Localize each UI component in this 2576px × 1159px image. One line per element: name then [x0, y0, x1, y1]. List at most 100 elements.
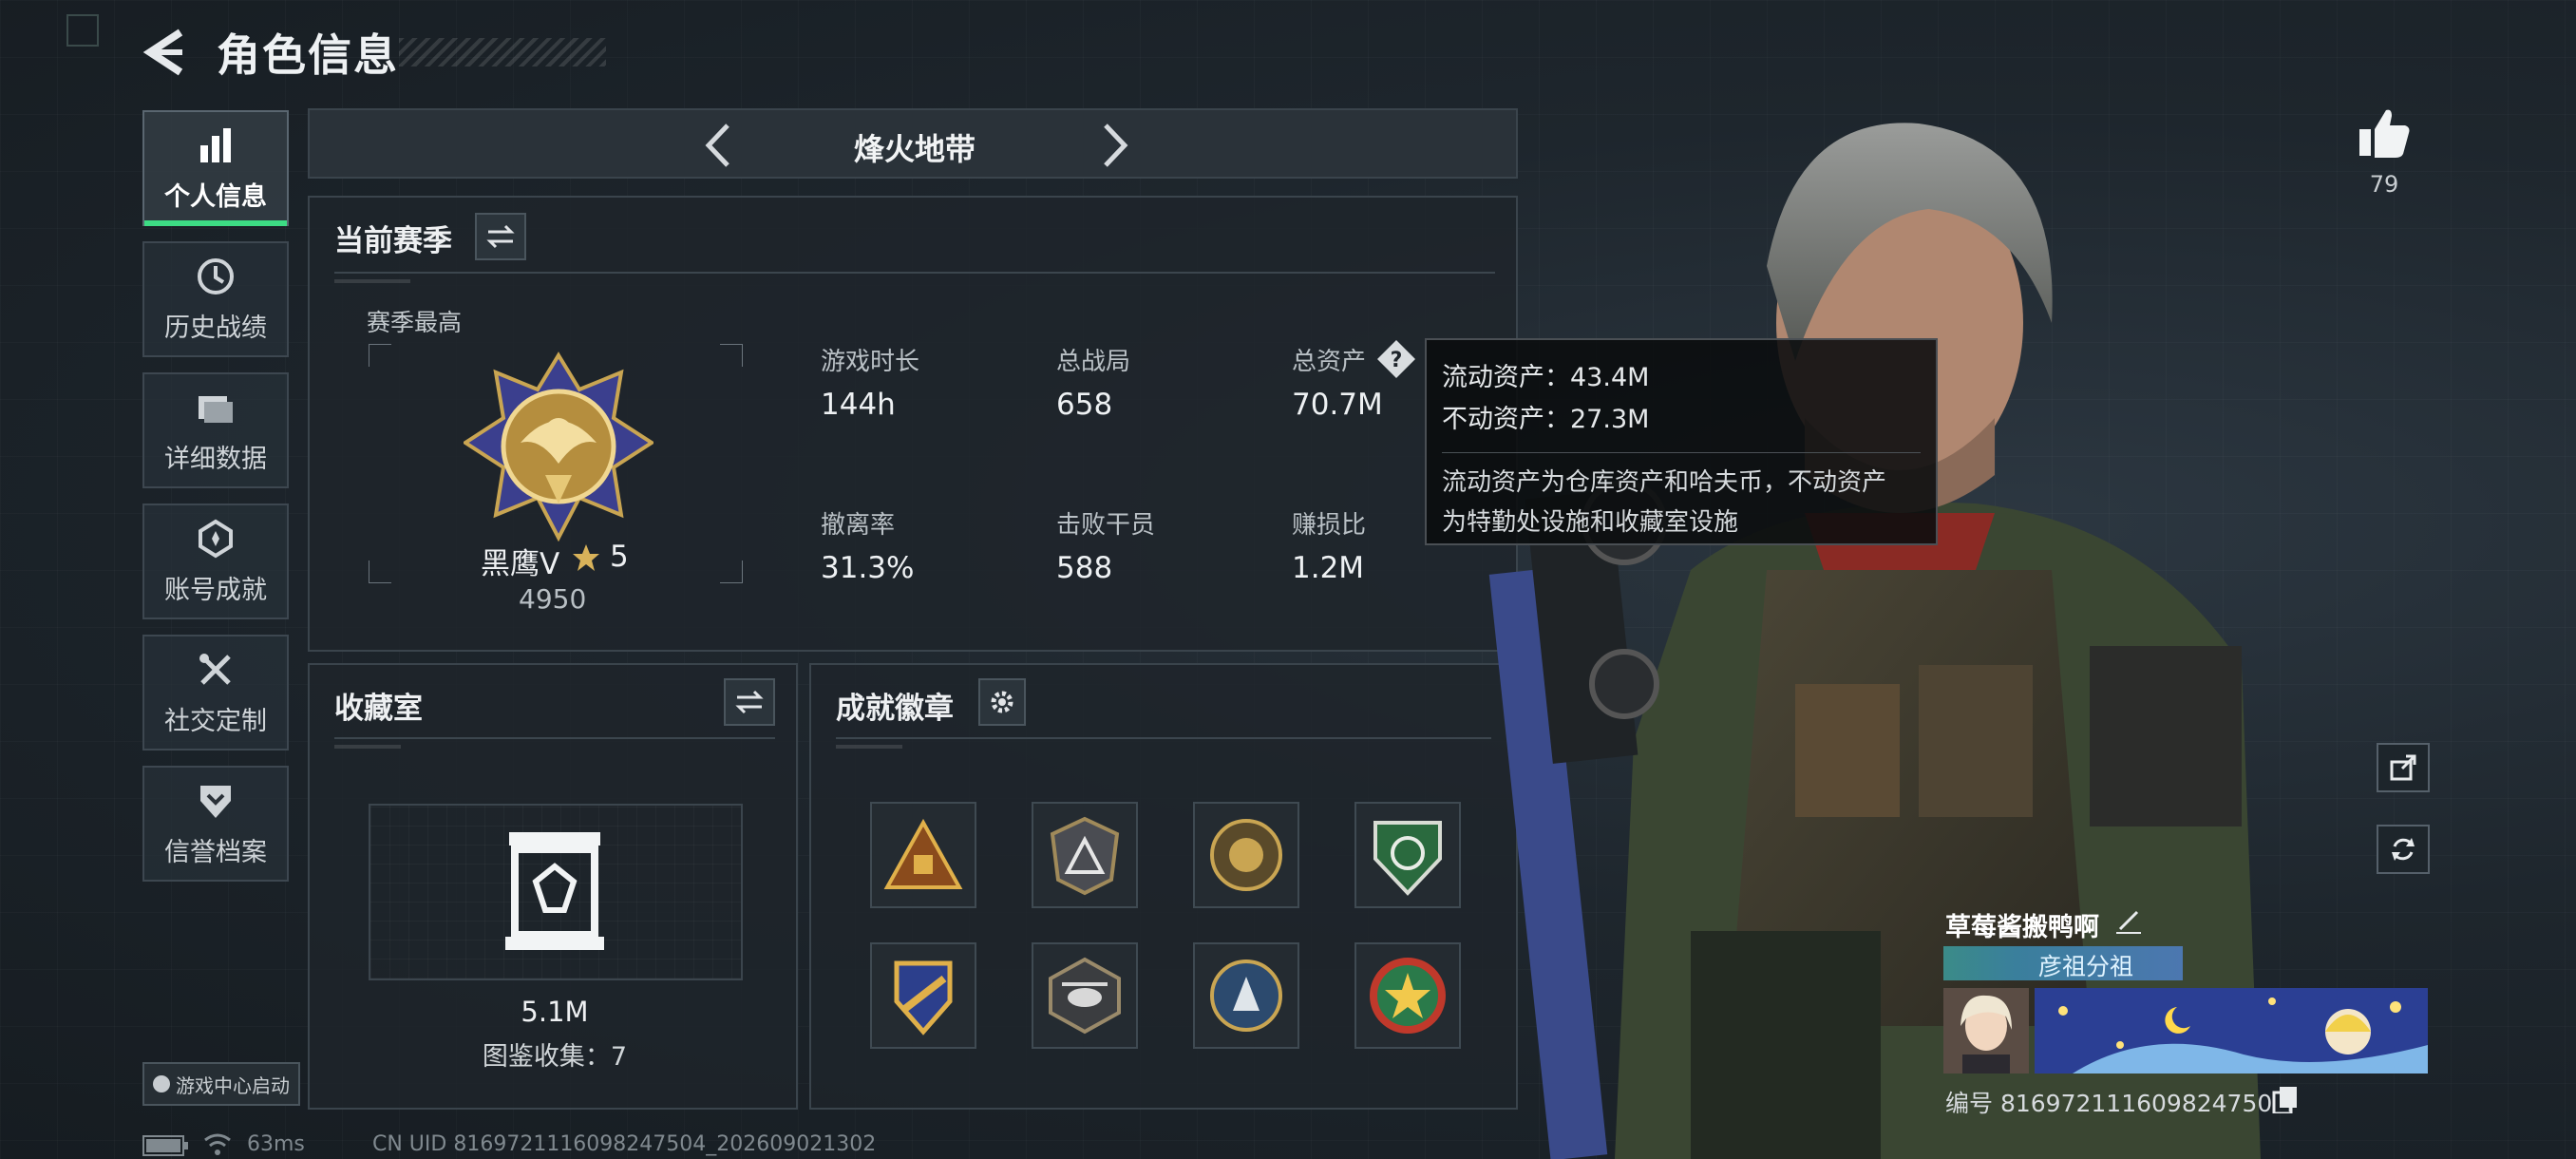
stat-label-matches: 总战局: [1056, 348, 1131, 376]
stat-value-profit-ratio: 1.2M: [1292, 551, 1365, 585]
player-tag: 彦祖分祖: [2038, 953, 2134, 980]
tooltip-desc-line-2: 为特勤处设施和收藏室设施: [1442, 508, 1739, 537]
badge-helicopter[interactable]: [1032, 942, 1138, 1049]
nav-item-detailed-data[interactable]: 详细数据: [142, 372, 289, 488]
avatar-portrait: [1943, 988, 2029, 1074]
nav-label: 社交定制: [164, 706, 267, 736]
decor-dash: [836, 745, 902, 749]
swap-icon: [486, 224, 515, 249]
corner-mark: [66, 14, 99, 47]
season-title: 当前赛季: [334, 224, 452, 258]
achievements-settings-button[interactable]: [978, 678, 1026, 726]
stat-value-kills: 588: [1056, 551, 1113, 585]
assets-tooltip: 流动资产：43.4M 不动资产：27.3M 流动资产为仓库资产和哈夫币，不动资产…: [1425, 338, 1938, 545]
stat-value-extraction-rate: 31.3%: [821, 551, 915, 585]
stat-value-matches: 658: [1056, 388, 1113, 422]
uid-text: CN UID 8169721116098247504_202609021302: [372, 1132, 877, 1156]
divider: [334, 272, 1495, 274]
stat-value-playtime: 144h: [821, 388, 896, 422]
helicopter-badge-icon: [1049, 957, 1121, 1035]
pyramid-badge-icon: [1050, 816, 1120, 896]
thumbs-up-icon[interactable]: [2356, 104, 2413, 162]
swap-icon: [735, 690, 764, 714]
share-icon: [2390, 754, 2416, 781]
ping-text: 63ms: [247, 1132, 305, 1156]
tooltip-liquid-assets: 流动资产：43.4M: [1442, 363, 1650, 392]
mode-name: 烽火地带: [853, 131, 975, 167]
collection-switch-button[interactable]: [724, 678, 775, 726]
stat-label-total-assets: 总资产: [1292, 348, 1367, 376]
like-count: 79: [2369, 171, 2399, 198]
decor-dash: [334, 279, 410, 283]
rank-emblem-eagle-icon: [464, 352, 653, 542]
game-center-label: 游戏中心启动: [176, 1074, 290, 1097]
decor-dash: [334, 745, 401, 749]
badge-green-shield[interactable]: [1354, 802, 1461, 908]
triangle-badge-icon: [883, 818, 963, 889]
divider: [836, 737, 1491, 739]
badge-lion[interactable]: [1193, 802, 1299, 908]
refresh-icon: [2392, 838, 2415, 861]
nav-item-credit[interactable]: 信誉档案: [142, 766, 289, 882]
game-center-icon: [153, 1075, 170, 1092]
player-id: 编号 816972111609824750 4: [1945, 1090, 2296, 1117]
collection-title: 收藏室: [334, 692, 423, 726]
game-center-button[interactable]: 游戏中心启动: [142, 1062, 300, 1106]
history-clock-icon: [198, 257, 234, 294]
nav-item-history[interactable]: 历史战绩: [142, 241, 289, 357]
nav-label: 个人信息: [164, 181, 267, 212]
edit-pencil-icon[interactable]: [2114, 906, 2143, 935]
copy-icon[interactable]: [2272, 1085, 2299, 1113]
badge-triangle[interactable]: [870, 802, 976, 908]
nav-item-achievements[interactable]: 账号成就: [142, 504, 289, 619]
nav-label: 信誉档案: [164, 837, 267, 867]
mode-selector: 烽火地带: [308, 108, 1518, 179]
stat-value-total-assets: 70.7M: [1292, 388, 1383, 422]
help-icon[interactable]: ?: [1375, 338, 1417, 380]
tooltip-fixed-assets: 不动资产：27.3M: [1442, 405, 1650, 434]
stat-label-profit-ratio: 赚损比: [1292, 511, 1367, 540]
profile-banner: [2035, 988, 2428, 1074]
tools-icon: [199, 653, 231, 685]
collection-panel[interactable]: 收藏室 5.1M 图鉴收集：7: [308, 663, 798, 1110]
wings-badge-icon: [894, 960, 953, 1036]
nav-label: 历史战绩: [164, 313, 267, 343]
back-arrow-icon[interactable]: [142, 28, 184, 76]
player-name: 草莓酱搬鸭啊: [1945, 913, 2099, 942]
page-title: 角色信息: [217, 29, 399, 81]
vault-icon: [505, 832, 604, 950]
next-mode-arrow-icon[interactable]: [1089, 120, 1140, 171]
rank-stars: 5: [610, 540, 629, 574]
rank-score: 4950: [519, 583, 587, 615]
stat-label-kills: 击败干员: [1056, 511, 1156, 540]
season-switch-button[interactable]: [475, 213, 526, 260]
banner-artwork: [2035, 988, 2428, 1074]
nav-item-personal-info[interactable]: 个人信息: [142, 110, 289, 226]
title-decoration: [399, 38, 606, 66]
nav-label: 账号成就: [164, 575, 267, 605]
badge-wolf[interactable]: [1193, 942, 1299, 1049]
rank-name: 黑鹰Ⅴ: [481, 547, 560, 581]
stat-label-extraction-rate: 撤离率: [821, 511, 896, 540]
share-button[interactable]: [2377, 743, 2430, 792]
battery-icon: [142, 1135, 188, 1156]
divider: [334, 737, 775, 739]
season-best-label: 赛季最高: [367, 309, 463, 336]
badge-pyramid[interactable]: [1032, 802, 1138, 908]
collection-count: 图鉴收集：7: [482, 1042, 628, 1072]
achievements-title: 成就徽章: [836, 692, 954, 726]
badge-wings[interactable]: [870, 942, 976, 1049]
avatar[interactable]: [1943, 988, 2029, 1074]
star-icon: [573, 544, 599, 571]
svg-text:?: ?: [1391, 349, 1403, 372]
achievements-panel: 成就徽章: [809, 663, 1518, 1110]
tooltip-desc-line-1: 流动资产为仓库资产和哈夫币，不动资产: [1442, 468, 1887, 497]
refresh-button[interactable]: [2377, 825, 2430, 874]
bar-chart-icon: [200, 127, 231, 162]
nav-item-social[interactable]: 社交定制: [142, 635, 289, 750]
badge-star-medal[interactable]: [1354, 942, 1461, 1049]
season-panel: 当前赛季 赛季最高 黑鹰Ⅴ 5 4950 游戏时长 144h 总战局 658 总…: [308, 196, 1518, 652]
lion-badge-icon: [1210, 819, 1282, 891]
tooltip-description: 流动资产为仓库资产和哈夫币，不动资产 为特勤处设施和收藏室设施: [1442, 452, 1921, 542]
folder-icon: [199, 395, 233, 423]
